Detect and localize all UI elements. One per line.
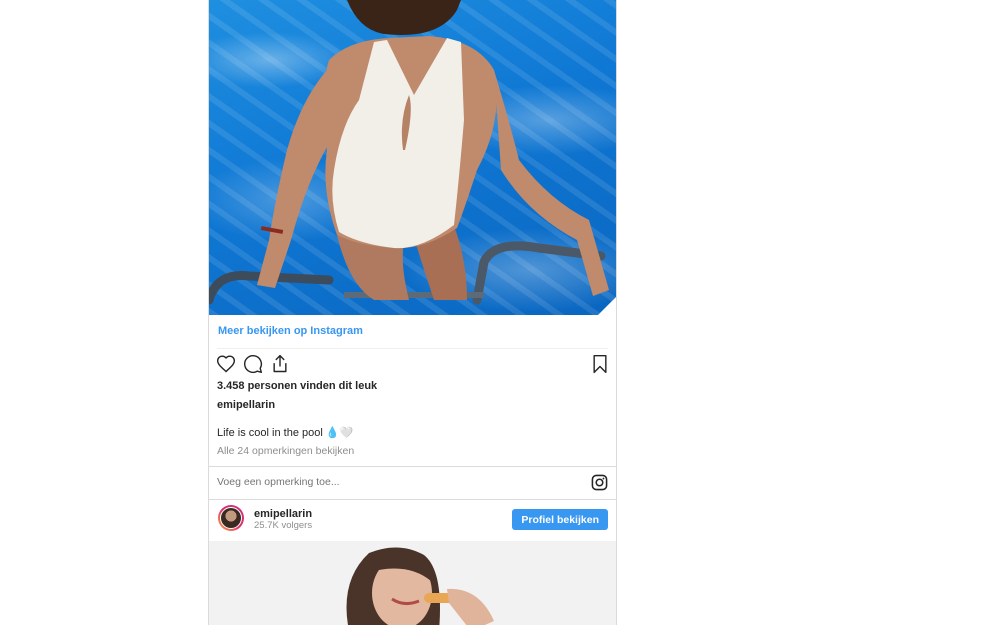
photo-corner [598,295,616,315]
heart-icon[interactable] [216,354,236,374]
follower-count: 25.7K volgers [254,520,313,531]
instagram-embed: Meer bekijken op Instagram 3.458 persone… [208,0,617,625]
comment-input[interactable] [217,476,557,488]
post-actions [216,354,609,376]
instagram-icon[interactable] [591,474,608,491]
next-post-photo[interactable] [209,541,616,625]
view-profile-button[interactable]: Profiel bekijken [512,509,608,530]
divider [217,348,608,349]
like-count[interactable]: 3.458 personen vinden dit leuk [217,380,377,392]
avatar[interactable] [218,505,244,531]
bookmark-icon[interactable] [591,354,609,374]
profile-card: emipellarin 25.7K volgers Profiel bekijk… [209,499,616,541]
view-more-on-instagram-link[interactable]: Meer bekijken op Instagram [218,325,363,337]
profile-username[interactable]: emipellarin [254,508,312,520]
post-caption: Life is cool in the pool 💧🤍 [217,427,354,439]
comment-bar [209,466,616,500]
comment-icon[interactable] [243,354,263,374]
share-icon[interactable] [270,354,290,374]
post-photo[interactable] [209,0,616,315]
portrait-illustration [346,547,494,625]
swimmer-illustration [209,0,609,305]
post-username[interactable]: emipellarin [217,399,275,411]
view-all-comments-link[interactable]: Alle 24 opmerkingen bekijken [217,445,354,457]
